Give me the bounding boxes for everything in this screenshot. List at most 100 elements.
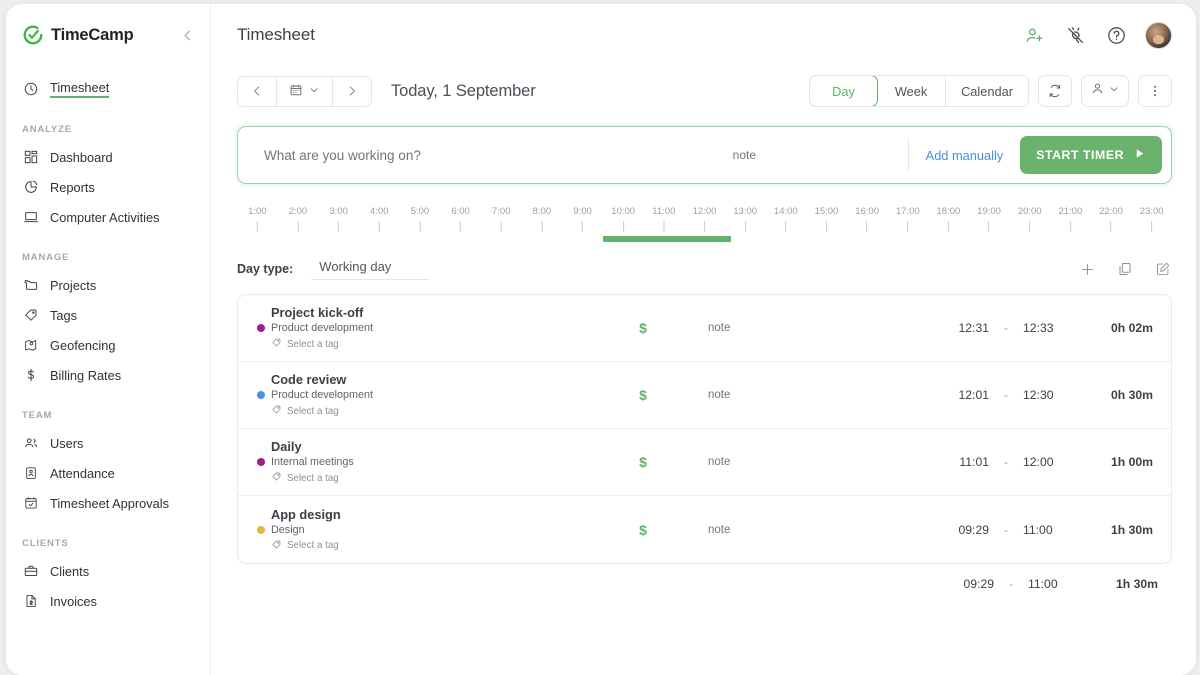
refresh-sync-icon[interactable] xyxy=(1038,75,1072,107)
entry-task-cell[interactable]: Daily Internal meetings Select a tag xyxy=(238,439,578,485)
sidebar-item-invoices[interactable]: Invoices xyxy=(6,586,210,616)
entry-project-line[interactable]: Internal meetings xyxy=(257,456,578,468)
entry-title: App design xyxy=(271,506,341,522)
entry-task-cell[interactable]: Project kick-off Product development Selec… xyxy=(238,305,578,351)
entry-tag-label: Select a tag xyxy=(287,405,339,417)
start-timer-button[interactable]: START TIMER xyxy=(1020,136,1162,174)
entry-time-separator: - xyxy=(1003,522,1009,537)
sidebar-item-geofencing[interactable]: Geofencing xyxy=(6,330,210,360)
entry-start-time[interactable]: 09:29 xyxy=(931,523,990,537)
entry-note[interactable]: note xyxy=(708,322,883,334)
billable-toggle[interactable]: $ xyxy=(578,522,708,538)
sidebar-item-projects[interactable]: Projects xyxy=(6,270,210,300)
entry-duration[interactable]: 0h 02m xyxy=(1075,321,1167,335)
entry-task-cell[interactable]: Code review Product development Select a t… xyxy=(238,372,578,418)
entry-time-separator: - xyxy=(1003,455,1009,469)
user-filter-button[interactable] xyxy=(1081,75,1129,107)
entry-tag-select[interactable]: Select a tag xyxy=(271,404,578,418)
add-manually-button[interactable]: Add manually xyxy=(909,148,1021,163)
sidebar-item-reports[interactable]: Reports xyxy=(6,172,210,202)
clock-icon xyxy=(22,81,39,98)
ruler-hour-label: 8:00 xyxy=(532,206,552,217)
entry-end-time[interactable]: 12:30 xyxy=(1023,388,1075,402)
sidebar-collapse-button[interactable] xyxy=(178,26,196,44)
entry-start-time[interactable]: 12:01 xyxy=(931,388,990,402)
sidebar-item-timesheet[interactable]: Timesheet xyxy=(6,74,210,104)
ruler-tick: 15:00 xyxy=(814,206,839,232)
sidebar-item-timesheet-approvals[interactable]: Timesheet Approvals xyxy=(6,488,210,518)
entry-tag-select[interactable]: Select a tag xyxy=(271,471,578,485)
entry-tag-select[interactable]: Select a tag xyxy=(271,337,578,351)
ruler-hour-label: 15:00 xyxy=(814,206,839,217)
invite-user-icon[interactable] xyxy=(1022,23,1046,47)
dashboard-grid-icon xyxy=(22,149,39,166)
ruler-tick-mark xyxy=(378,221,380,232)
table-row[interactable]: Project kick-off Product development Selec… xyxy=(238,295,1171,362)
plug-integrations-icon[interactable] xyxy=(1063,23,1087,47)
entry-note[interactable]: note xyxy=(708,456,883,468)
entry-project-line[interactable]: Product development xyxy=(257,389,578,401)
ruler-tick-mark xyxy=(419,221,421,232)
billable-toggle[interactable]: $ xyxy=(578,387,708,403)
tab-week[interactable]: Week xyxy=(877,76,947,106)
entry-project-line[interactable]: Design xyxy=(257,524,578,536)
next-day-button[interactable] xyxy=(333,76,371,106)
chevron-down-icon xyxy=(1108,82,1120,100)
edit-pencil-icon[interactable] xyxy=(1154,260,1172,278)
date-picker-button[interactable] xyxy=(277,76,333,106)
sidebar-item-clients[interactable]: Clients xyxy=(6,556,210,586)
table-row[interactable]: App design Design Select a tag $ note 09:29-1… xyxy=(238,496,1171,563)
ruler-tick: 5:00 xyxy=(411,206,429,232)
tab-calendar[interactable]: Calendar xyxy=(946,76,1028,106)
timer-note-field[interactable]: note xyxy=(733,148,908,162)
sidebar-item-tags[interactable]: Tags xyxy=(6,300,210,330)
ruler-tick: 10:00 xyxy=(611,206,635,232)
table-row[interactable]: Daily Internal meetings Select a tag $ note 1… xyxy=(238,429,1171,496)
sidebar-item-dashboard[interactable]: Dashboard xyxy=(6,142,210,172)
entry-project-line[interactable]: Product development xyxy=(257,322,578,334)
billable-toggle[interactable]: $ xyxy=(578,454,708,470)
entry-start-time[interactable]: 11:01 xyxy=(931,455,989,469)
ruler-tick-mark xyxy=(1110,221,1112,232)
entry-duration[interactable]: 0h 30m xyxy=(1075,388,1167,402)
ruler-tick: 16:00 xyxy=(855,206,879,232)
table-row[interactable]: Code review Product development Select a t… xyxy=(238,362,1171,429)
tab-day[interactable]: Day xyxy=(810,76,879,106)
pie-chart-icon xyxy=(22,179,39,196)
entry-task-cell[interactable]: App design Design Select a tag xyxy=(238,507,578,553)
billable-toggle[interactable]: $ xyxy=(578,320,708,336)
more-vertical-icon[interactable] xyxy=(1138,75,1172,107)
entry-end-time[interactable]: 11:00 xyxy=(1023,523,1075,537)
ruler-tick: 21:00 xyxy=(1058,206,1082,232)
ruler-tick-mark xyxy=(825,221,827,232)
sidebar-item-billing-rates[interactable]: Billing Rates xyxy=(6,360,210,390)
sidebar-item-computer-activities[interactable]: Computer Activities xyxy=(6,202,210,232)
add-entry-icon[interactable] xyxy=(1078,260,1096,278)
sidebar-item-label: Geofencing xyxy=(50,337,116,353)
brand-row: TimeCamp xyxy=(6,4,210,66)
duplicate-icon[interactable] xyxy=(1116,260,1134,278)
help-icon[interactable] xyxy=(1104,23,1128,47)
day-type-actions xyxy=(1078,260,1172,278)
ruler-tick: 18:00 xyxy=(937,206,960,232)
entry-start-time[interactable]: 12:31 xyxy=(931,321,990,335)
entry-duration[interactable]: 1h 00m xyxy=(1075,455,1167,469)
day-type-select[interactable]: Working day xyxy=(311,259,430,280)
avatar[interactable] xyxy=(1145,21,1172,49)
entry-note[interactable]: note xyxy=(708,389,883,401)
ruler-tick-mark xyxy=(704,221,705,232)
sidebar-section-title: TEAM xyxy=(22,410,53,421)
entry-tag-select[interactable]: Select a tag xyxy=(271,539,578,553)
entry-duration[interactable]: 1h 30m xyxy=(1075,523,1167,537)
ruler-tick-mark xyxy=(582,221,584,232)
entry-end-time[interactable]: 12:33 xyxy=(1023,321,1075,335)
sidebar-item-attendance[interactable]: Attendance xyxy=(6,458,210,488)
prev-day-button[interactable] xyxy=(238,76,277,106)
hour-ruler: 1:00 2:00 3:00 4:00 5:00 6:00 7:00 8:00 9:00 10:0… xyxy=(237,206,1172,246)
ruler-tick: 11:00 xyxy=(652,206,675,232)
timer-task-input[interactable] xyxy=(238,147,733,163)
sidebar-item-users[interactable]: Users xyxy=(6,428,210,458)
entry-end-time[interactable]: 12:00 xyxy=(1023,455,1075,469)
main-content: Timesheet Today, 1 September Day Week Ca… xyxy=(211,4,1196,675)
entry-note[interactable]: note xyxy=(708,524,883,536)
